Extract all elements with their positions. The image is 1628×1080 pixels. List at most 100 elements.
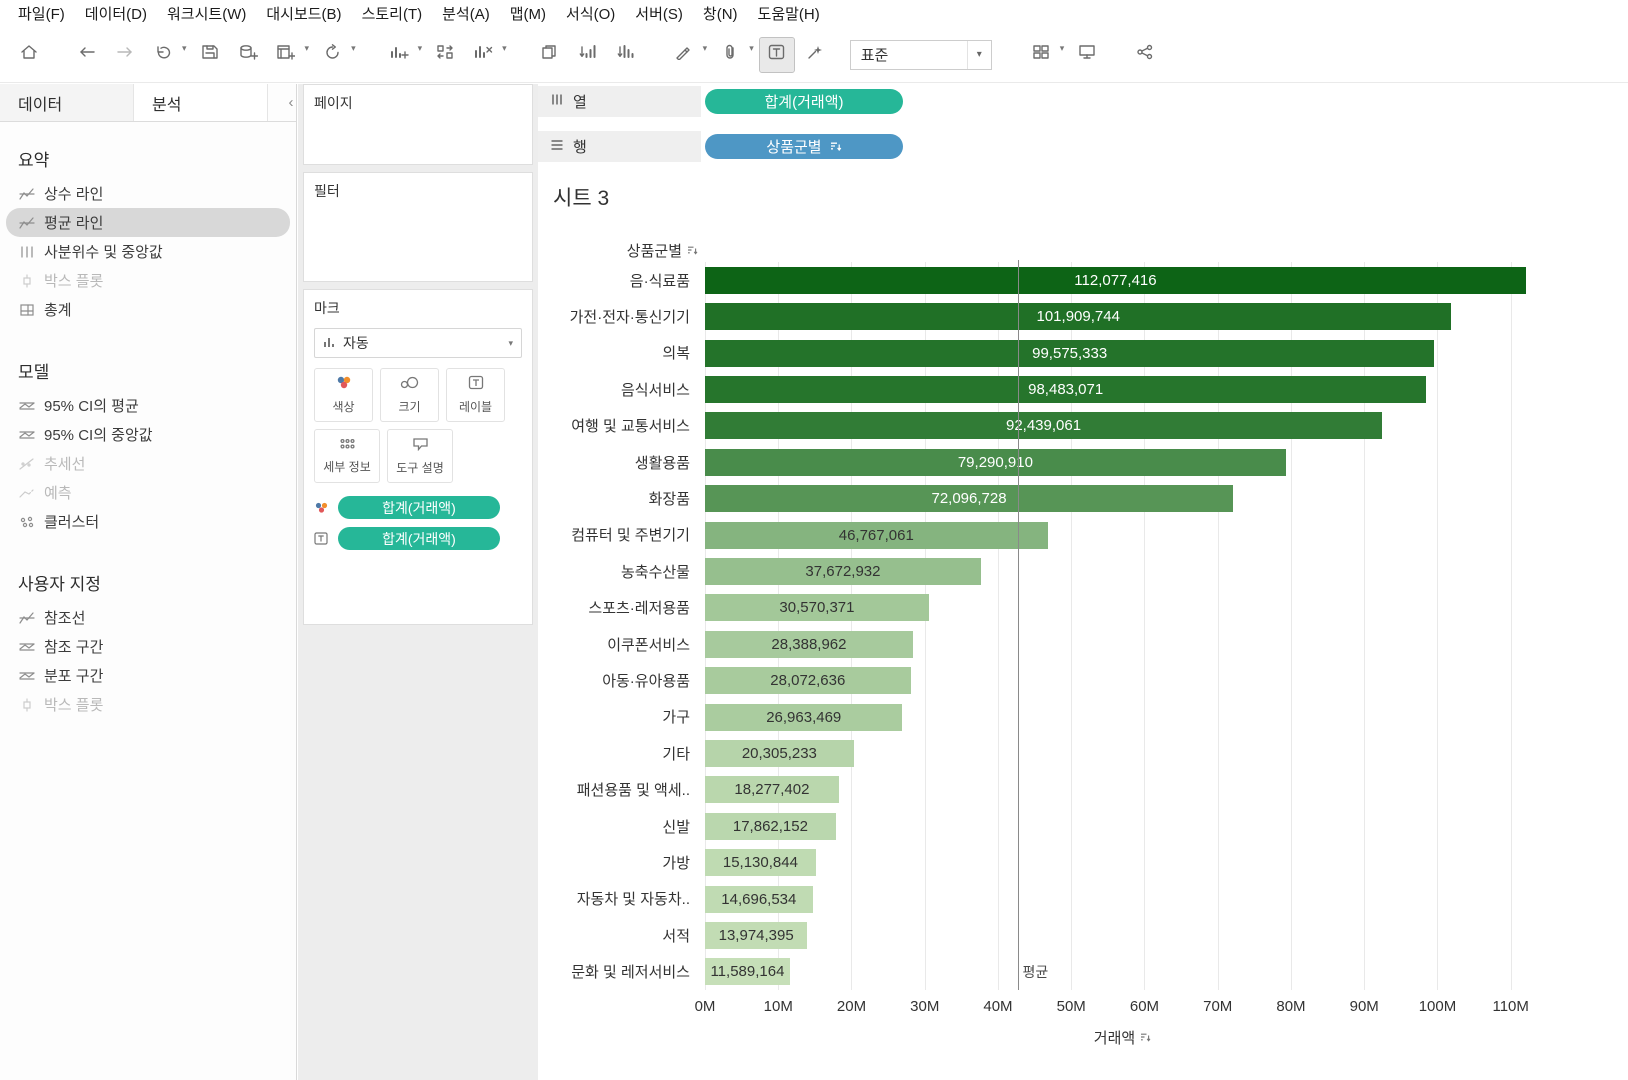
rows-shelf[interactable]: 행 상품군별 [538,131,1628,162]
clear-sheet-caret-icon[interactable]: ▾ [502,35,507,61]
bar[interactable]: 101,909,744 [705,303,1452,331]
bar[interactable]: 20,305,233 [705,739,854,767]
bar[interactable]: 79,290,910 [705,448,1286,476]
label-button[interactable]: 레이블 [446,368,505,422]
row-label[interactable]: 의복 [538,335,698,371]
forward-button[interactable] [108,38,142,72]
size-button[interactable]: 크기 [380,368,439,422]
row-label[interactable]: 서적 [538,917,698,953]
format-highlighter-button[interactable] [667,38,701,72]
bar[interactable]: 112,077,416 [705,266,1526,294]
row-label[interactable]: 여행 및 교통서비스 [538,408,698,444]
add-sheet-button[interactable] [382,38,416,72]
bar[interactable]: 11,589,164 [705,958,790,986]
bar[interactable]: 37,672,932 [705,557,981,585]
detail-button[interactable]: 세부 정보 [314,429,380,483]
row-label[interactable]: 가방 [538,844,698,880]
group-members-button[interactable] [713,38,747,72]
analytics-item[interactable]: 총계 [6,295,290,324]
average-reference-line[interactable] [1018,260,1020,990]
row-label[interactable]: 화장품 [538,480,698,516]
menu-item[interactable]: 워크시트(W) [157,3,256,24]
refresh-caret-icon[interactable]: ▾ [351,35,356,61]
fit-selector[interactable]: 표준 ▾ [849,39,992,70]
row-label[interactable]: 음·식료품 [538,262,698,298]
row-label[interactable]: 패션용품 및 액세.. [538,771,698,807]
duplicate-button[interactable] [533,38,567,72]
pages-shelf[interactable]: 페이지 [303,84,533,165]
bar[interactable]: 18,277,402 [705,776,839,804]
bar[interactable]: 28,072,636 [705,667,911,695]
analytics-item[interactable]: 분포 구간 [6,661,290,690]
add-sheet-caret-icon[interactable]: ▾ [418,35,423,61]
row-label[interactable]: 문화 및 레저서비스 [538,953,698,989]
fix-axes-button[interactable] [798,38,832,72]
tab-analytics[interactable]: 분석 [134,84,268,121]
mark-pill-label[interactable]: 합계(거래액) [338,527,500,550]
x-axis-title[interactable]: 거래액 [705,1027,1540,1048]
mark-type-dropdown[interactable]: 자동 ▾ [314,328,522,358]
menu-item[interactable]: 서식(O) [556,3,625,24]
group-members-caret-icon[interactable]: ▾ [749,35,754,61]
undo-caret-icon[interactable]: ▾ [182,35,187,61]
row-label[interactable]: 스포츠·레저용품 [538,590,698,626]
bar[interactable]: 92,439,061 [705,412,1383,440]
bar[interactable]: 99,575,333 [705,339,1435,367]
menu-item[interactable]: 서버(S) [625,3,693,24]
row-label[interactable]: 생활용품 [538,444,698,480]
row-label[interactable]: 신발 [538,808,698,844]
back-button[interactable] [70,38,104,72]
row-field-label[interactable]: 상품군별 [538,240,698,261]
mark-pill-color[interactable]: 합계(거래액) [338,496,500,519]
row-label[interactable]: 기타 [538,735,698,771]
row-label[interactable]: 음식서비스 [538,371,698,407]
presentation-mode-button[interactable] [1070,38,1104,72]
show-mark-labels-button[interactable] [758,36,795,73]
columns-shelf[interactable]: 열 합계(거래액) [538,86,1628,117]
tooltip-button[interactable]: 도구 설명 [387,429,453,483]
menu-item[interactable]: 분석(A) [432,3,500,24]
color-button[interactable]: 색상 [314,368,373,422]
collapse-pane-button[interactable]: ‹ [268,84,296,121]
highlighter-caret-icon[interactable]: ▾ [703,35,708,61]
share-button[interactable] [1128,38,1162,72]
row-label[interactable]: 가구 [538,699,698,735]
bar[interactable]: 98,483,071 [705,375,1427,403]
new-worksheet-button[interactable] [269,38,303,72]
bar[interactable]: 72,096,728 [705,485,1234,513]
analytics-item[interactable]: 사분위수 및 중앙값 [6,237,290,266]
sort-ascending-button[interactable] [571,38,605,72]
analytics-item[interactable]: 클러스터 [6,507,290,536]
show-cards-caret-icon[interactable]: ▾ [1060,35,1065,61]
row-label[interactable]: 가전·전자·통신기기 [538,298,698,334]
bar[interactable]: 26,963,469 [705,703,903,731]
bar[interactable]: 28,388,962 [705,630,913,658]
bar[interactable]: 17,862,152 [705,812,836,840]
analytics-item[interactable]: 참조선 [6,603,290,632]
analytics-item[interactable]: 95% CI의 평균 [6,391,290,420]
analytics-item[interactable]: 상수 라인 [6,179,290,208]
menu-item[interactable]: 스토리(T) [352,3,433,24]
sort-descending-button[interactable] [609,38,643,72]
bar[interactable]: 46,767,061 [705,521,1048,549]
show-cards-button[interactable] [1024,38,1058,72]
home-button[interactable] [12,38,46,72]
refresh-data-button[interactable] [315,38,349,72]
analytics-item[interactable]: 참조 구간 [6,632,290,661]
undo-button[interactable] [146,38,180,72]
columns-pill[interactable]: 합계(거래액) [705,89,903,114]
filters-shelf[interactable]: 필터 [303,172,533,282]
tab-data[interactable]: 데이터 [0,84,134,121]
bar[interactable]: 13,974,395 [705,921,808,949]
save-button[interactable] [193,38,227,72]
row-label[interactable]: 아동·유아용품 [538,662,698,698]
row-label[interactable]: 이쿠폰서비스 [538,626,698,662]
bar[interactable]: 30,570,371 [705,594,929,622]
fit-selector-caret-icon[interactable]: ▾ [966,40,991,69]
new-worksheet-caret-icon[interactable]: ▾ [305,35,310,61]
menu-item[interactable]: 맵(M) [500,3,556,24]
menu-item[interactable]: 데이터(D) [75,3,157,24]
add-data-source-button[interactable] [231,38,265,72]
bar[interactable]: 15,130,844 [705,849,816,877]
row-label[interactable]: 농축수산물 [538,553,698,589]
